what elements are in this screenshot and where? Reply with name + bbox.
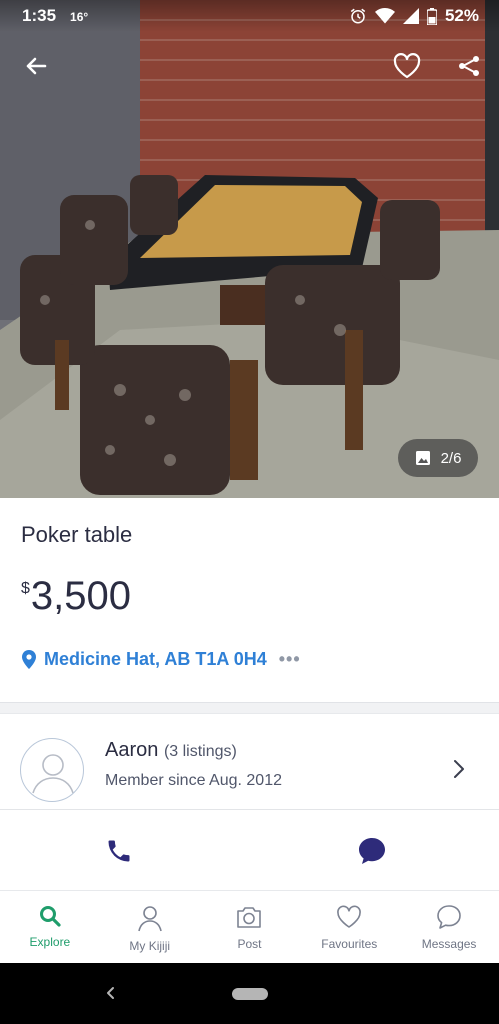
price-currency: $ (21, 580, 30, 597)
camera-icon (237, 907, 262, 928)
location-more-icon[interactable]: ••• (279, 649, 301, 670)
photo-counter-text: 2/6 (440, 449, 462, 467)
share-button[interactable] (451, 48, 487, 84)
location-pin-icon (22, 650, 36, 669)
nav-explore-label: Explore (29, 935, 71, 949)
chat-button[interactable] (356, 835, 392, 869)
alarm-icon (350, 8, 366, 24)
listing-title: Poker table (21, 522, 133, 547)
seller-name-row: Aaron (3 listings) (105, 739, 237, 762)
chevron-right-icon (454, 760, 464, 778)
heart-outline-icon (393, 53, 421, 79)
contact-bar (0, 811, 499, 891)
back-button[interactable] (18, 48, 54, 84)
arrow-left-icon (26, 57, 47, 75)
phone-icon (108, 840, 130, 862)
status-bar: 1:35 16° 52% (0, 0, 499, 32)
heart-icon (337, 905, 362, 928)
status-temperature: 16° (70, 10, 89, 24)
system-back-icon[interactable] (101, 983, 121, 1003)
listing-info: Poker table $ 3,500 Medicine Hat, AB T1A… (0, 498, 499, 702)
nav-messages-label: Messages (421, 937, 477, 951)
nav-my-kijiji-label: My Kijiji (129, 939, 171, 953)
nav-post-label: Post (237, 937, 262, 951)
nav-post[interactable]: Post (200, 892, 300, 963)
call-button[interactable] (105, 837, 141, 867)
listing-price: $ 3,500 (21, 574, 131, 619)
nav-favourites[interactable]: Favourites (299, 892, 399, 963)
favourite-button[interactable] (389, 48, 425, 84)
member-since: Member since Aug. 2012 (105, 772, 282, 789)
signal-icon (402, 8, 419, 24)
default-avatar-icon (32, 754, 74, 794)
avatar (20, 738, 84, 802)
seller-name: Aaron (105, 739, 159, 761)
seller-card[interactable]: Aaron (3 listings) Member since Aug. 201… (0, 714, 499, 810)
battery-icon (426, 7, 437, 25)
section-divider (0, 702, 499, 714)
message-icon (437, 905, 461, 929)
seller-listing-count: (3 listings) (163, 743, 237, 760)
search-icon (39, 906, 61, 927)
chat-bubble-icon (359, 838, 385, 864)
photo-counter: 2/6 (398, 439, 478, 477)
battery-percent: 52% (444, 6, 479, 25)
nav-messages[interactable]: Messages (399, 892, 499, 963)
system-navigation-bar (0, 963, 499, 1024)
nav-my-kijiji[interactable]: My Kijiji (100, 892, 200, 963)
system-home-pill[interactable] (232, 988, 268, 1000)
wifi-icon (374, 8, 395, 24)
location-text: Medicine Hat, AB T1A 0H4 (44, 649, 267, 669)
price-amount: 3,500 (30, 574, 132, 618)
nav-favourites-label: Favourites (321, 937, 378, 951)
person-icon (137, 906, 162, 932)
status-time: 1:35 (22, 6, 57, 25)
share-icon (459, 56, 479, 76)
image-icon (415, 451, 430, 465)
bottom-navigation: Explore My Kijiji Post Favourites Messag… (0, 892, 499, 963)
nav-explore[interactable]: Explore (0, 892, 100, 963)
listing-photo[interactable]: 1:35 16° 52% 2/6 (0, 0, 499, 498)
listing-location[interactable]: Medicine Hat, AB T1A 0H4 ••• (22, 649, 301, 670)
